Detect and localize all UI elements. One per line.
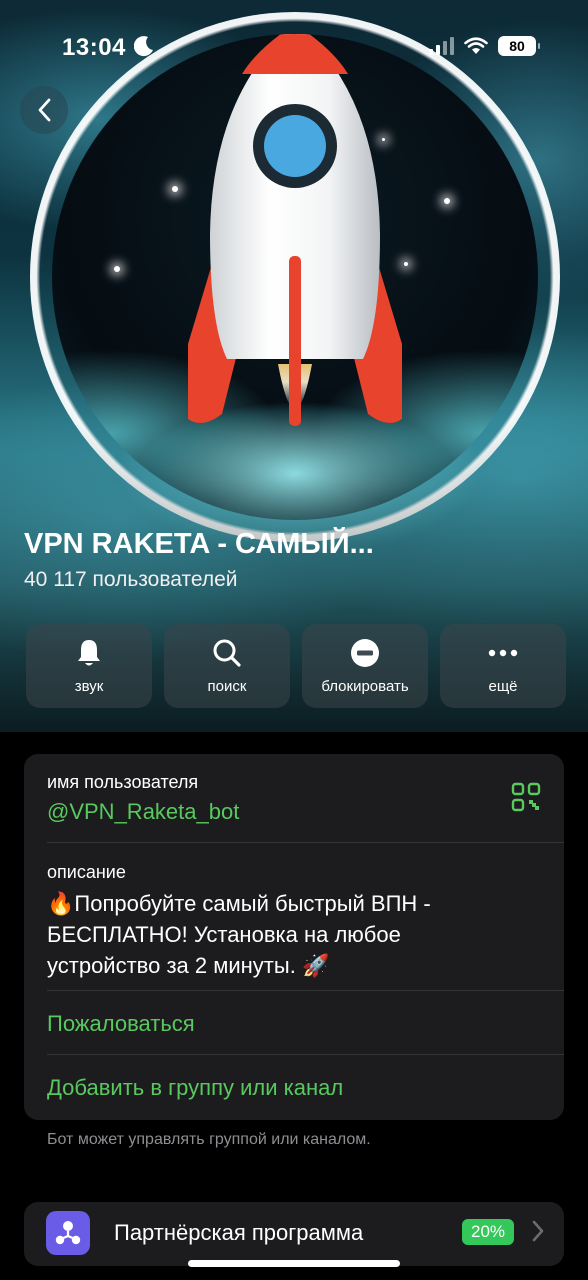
status-time: 13:04: [62, 34, 126, 61]
back-button[interactable]: [20, 86, 68, 134]
action-label: поиск: [207, 677, 247, 695]
description-line: БЕСПЛАТНО! Установка на любое: [47, 922, 401, 947]
search-button[interactable]: поиск: [164, 624, 290, 708]
action-label: ещё: [488, 677, 518, 695]
wifi-icon: [464, 37, 488, 54]
profile-header: 13:04 80 VPN RAKETA - САМЫЙ... 40 117 по…: [0, 0, 588, 732]
divider: [47, 1054, 564, 1055]
description-text: 🔥Попробуйте самый быстрый ВПН - БЕСПЛАТН…: [47, 888, 564, 981]
status-indicators: 80: [429, 36, 540, 56]
search-icon: [213, 639, 241, 667]
fire-emoji-icon: 🔥: [47, 891, 75, 916]
description-line: устройство за 2 минуты. 🚀: [47, 953, 330, 978]
username-link[interactable]: @VPN_Raketa_bot: [47, 799, 564, 825]
add-to-group-button[interactable]: Добавить в группу или канал: [47, 1075, 564, 1101]
action-bar: звук поиск блокировать ещё: [26, 624, 566, 708]
signal-icon: [429, 37, 454, 55]
description-line: 🔥Попробуйте самый быстрый ВПН -: [47, 891, 431, 916]
block-button[interactable]: блокировать: [302, 624, 428, 708]
partner-program-icon: [46, 1211, 90, 1255]
action-label: звук: [74, 677, 104, 695]
qr-code-icon[interactable]: [511, 782, 541, 812]
profile-members: 40 117 пользователей: [24, 568, 238, 591]
block-icon: [351, 638, 379, 667]
sound-button[interactable]: звук: [26, 624, 152, 708]
battery-indicator: 80: [498, 36, 540, 56]
divider: [47, 842, 564, 843]
rocket-emoji-icon: 🚀: [301, 953, 330, 978]
bell-icon: [78, 639, 100, 665]
partner-program-label: Партнёрская программа: [114, 1220, 364, 1245]
partner-program-item[interactable]: Партнёрская программа 20%: [24, 1202, 564, 1266]
description-label: описание: [47, 862, 126, 882]
action-label: блокировать: [321, 677, 409, 695]
info-card: имя пользователя @VPN_Raketa_bot описани…: [24, 754, 564, 1120]
username-label: имя пользователя: [47, 772, 199, 792]
moon-icon: [133, 35, 154, 63]
partner-program-badge: 20%: [462, 1219, 514, 1245]
divider: [47, 990, 564, 991]
home-indicator[interactable]: [188, 1260, 400, 1267]
add-to-group-hint: Бот может управлять группой или каналом.: [47, 1131, 371, 1148]
more-button[interactable]: ещё: [440, 624, 566, 708]
chevron-left-icon: [38, 98, 51, 122]
more-icon: [488, 649, 518, 656]
report-button[interactable]: Пожаловаться: [47, 1011, 564, 1037]
profile-name: VPN RAKETA - САМЫЙ...: [24, 528, 374, 560]
chevron-right-icon: [532, 1220, 544, 1242]
